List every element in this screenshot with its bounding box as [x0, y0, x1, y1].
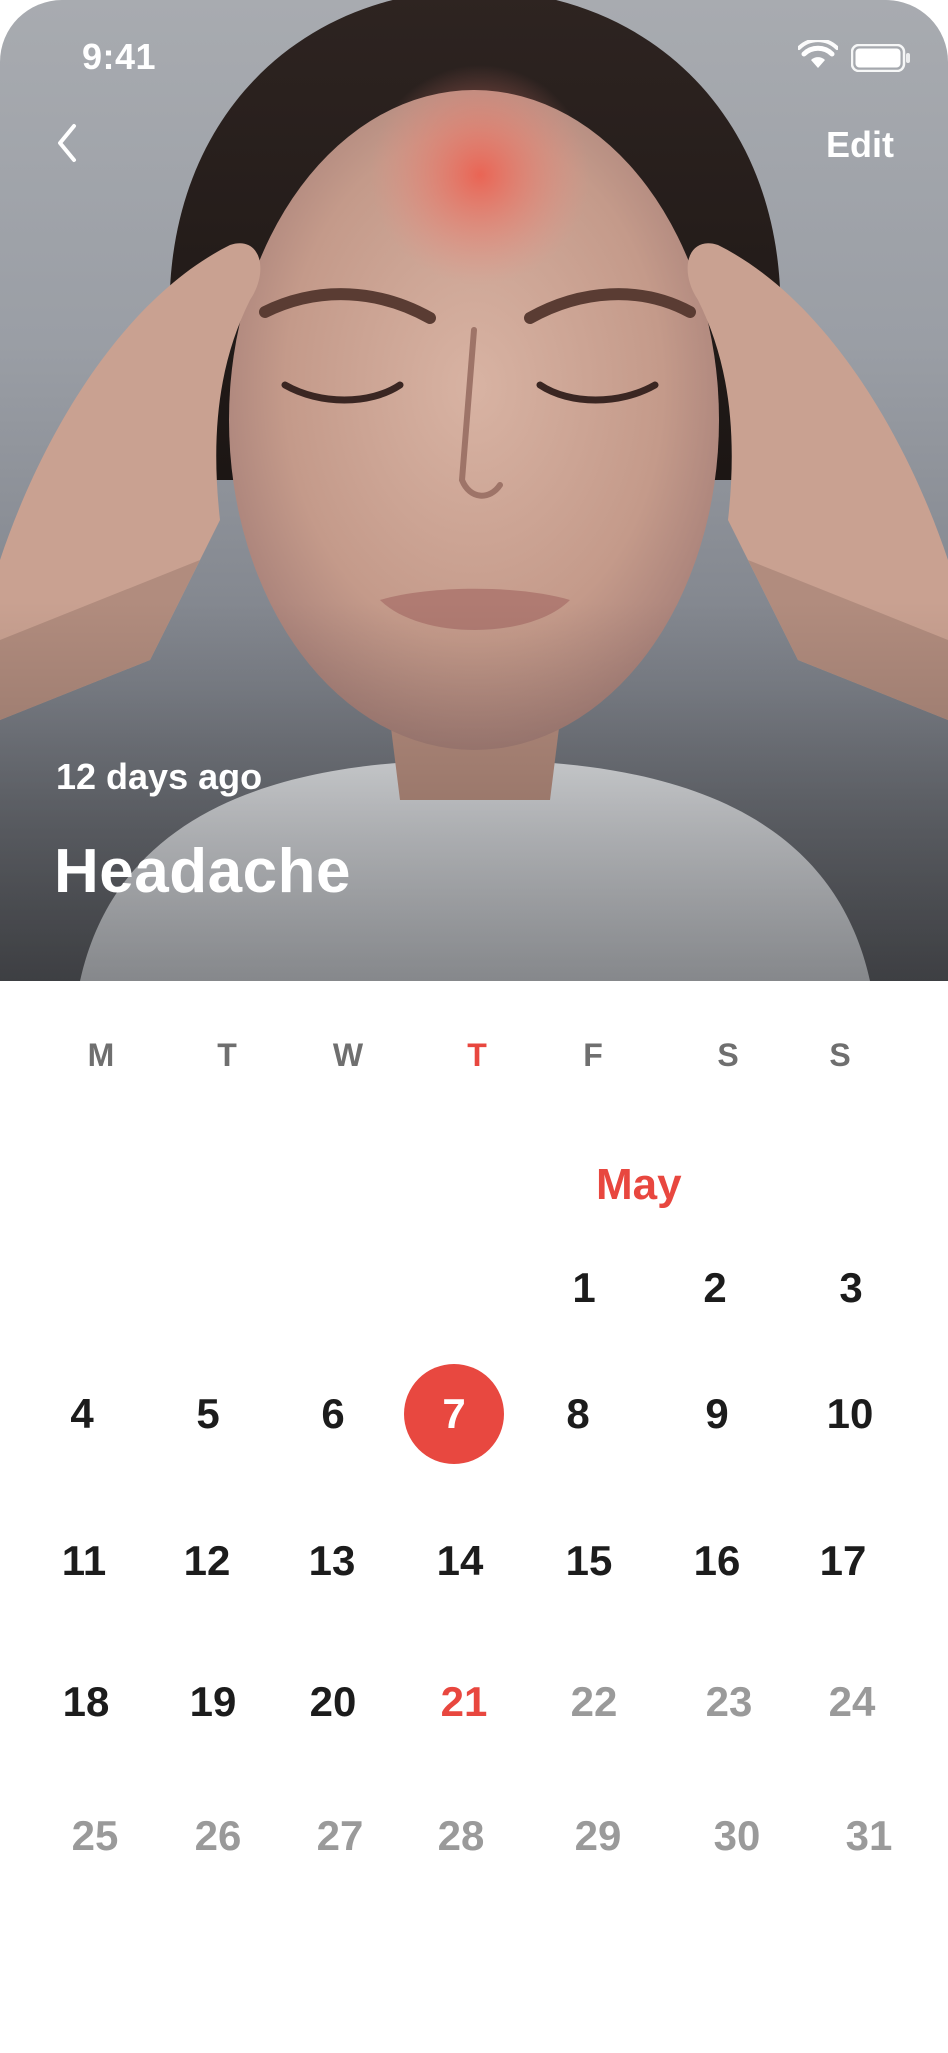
weekday-header: T — [217, 1037, 237, 1073]
weekday-header: S — [717, 1037, 739, 1073]
calendar-day-label: 18 — [62, 1678, 110, 1725]
calendar-day-label: 26 — [194, 1812, 242, 1859]
calendar-day-label: 24 — [828, 1678, 876, 1725]
calendar-day-label: 4 — [70, 1390, 94, 1437]
calendar-day-label: 15 — [565, 1537, 613, 1584]
weekday-header: M — [87, 1037, 115, 1073]
calendar-day-label: 7 — [442, 1390, 466, 1437]
calendar-day[interactable]: 11 — [34, 1511, 134, 1611]
calendar-day-label: 21 — [440, 1678, 488, 1725]
calendar-day[interactable]: 15 — [539, 1511, 639, 1611]
calendar-day[interactable]: 16 — [667, 1511, 767, 1611]
calendar-day-label: 17 — [819, 1537, 867, 1584]
calendar-day[interactable]: 2 — [665, 1238, 765, 1338]
calendar-day-label: 20 — [309, 1678, 357, 1725]
calendar-day-label: 13 — [308, 1537, 356, 1584]
calendar-day[interactable]: 23 — [679, 1652, 779, 1752]
calendar-day[interactable]: 24 — [802, 1652, 902, 1752]
calendar-day[interactable]: 18 — [36, 1652, 136, 1752]
weekday-header: S — [829, 1037, 851, 1073]
calendar-day-label: 14 — [436, 1537, 484, 1584]
calendar-day[interactable]: 20 — [283, 1652, 383, 1752]
calendar-day[interactable]: 3 — [801, 1238, 901, 1338]
calendar-day-label: 19 — [189, 1678, 237, 1725]
month-label: May — [596, 1160, 682, 1209]
calendar-day-selected[interactable]: 7 — [404, 1364, 504, 1464]
calendar-day[interactable]: 14 — [410, 1511, 510, 1611]
calendar-day[interactable]: 17 — [793, 1511, 893, 1611]
calendar-day[interactable]: 26 — [168, 1786, 268, 1886]
calendar-day-label: 29 — [574, 1812, 622, 1859]
calendar-day-label: 16 — [693, 1537, 741, 1584]
calendar-day[interactable]: 31 — [819, 1786, 919, 1886]
calendar-day[interactable]: 1 — [534, 1238, 634, 1338]
calendar-day-label: 12 — [183, 1537, 231, 1584]
weekday-header: W — [332, 1037, 364, 1073]
weekday-header: F — [583, 1037, 603, 1073]
calendar-day[interactable]: 8 — [528, 1364, 628, 1464]
calendar-day-today[interactable]: 21 — [414, 1652, 514, 1752]
calendar: M T W T F S S May 1 2 3 4 5 6 7 8 9 10 11 12 13 14 15 16 17 18 19 2… — [0, 0, 948, 2053]
calendar-day-label: 8 — [566, 1390, 590, 1437]
calendar-day-label: 3 — [839, 1264, 863, 1311]
calendar-day-label: 6 — [321, 1390, 345, 1437]
calendar-day[interactable]: 4 — [32, 1364, 132, 1464]
calendar-day[interactable]: 9 — [667, 1364, 767, 1464]
calendar-day-label: 28 — [437, 1812, 485, 1859]
calendar-day[interactable]: 30 — [687, 1786, 787, 1886]
calendar-day-label: 30 — [713, 1812, 761, 1859]
calendar-day[interactable]: 29 — [548, 1786, 648, 1886]
calendar-day[interactable]: 12 — [157, 1511, 257, 1611]
calendar-day-label: 22 — [570, 1678, 618, 1725]
calendar-day-label: 10 — [826, 1390, 874, 1437]
calendar-day[interactable]: 6 — [283, 1364, 383, 1464]
calendar-day[interactable]: 25 — [45, 1786, 145, 1886]
calendar-day-label: 2 — [703, 1264, 727, 1311]
calendar-day[interactable]: 10 — [800, 1364, 900, 1464]
calendar-day-label: 9 — [705, 1390, 729, 1437]
calendar-day[interactable]: 28 — [411, 1786, 511, 1886]
calendar-day-label: 5 — [196, 1390, 220, 1437]
screen: 9:41 Edit 12 days ago Headache M T W T F S S Ma… — [0, 0, 948, 2053]
calendar-day-label: 1 — [572, 1264, 596, 1311]
calendar-day-label: 27 — [316, 1812, 364, 1859]
calendar-day[interactable]: 19 — [163, 1652, 263, 1752]
calendar-day-label: 11 — [61, 1537, 107, 1584]
calendar-day[interactable]: 27 — [290, 1786, 390, 1886]
weekday-header: T — [467, 1037, 487, 1073]
calendar-day[interactable]: 22 — [544, 1652, 644, 1752]
calendar-day-label: 31 — [845, 1812, 893, 1859]
calendar-day-label: 23 — [705, 1678, 753, 1725]
calendar-day-label: 25 — [71, 1812, 119, 1859]
calendar-day[interactable]: 5 — [158, 1364, 258, 1464]
calendar-day[interactable]: 13 — [282, 1511, 382, 1611]
